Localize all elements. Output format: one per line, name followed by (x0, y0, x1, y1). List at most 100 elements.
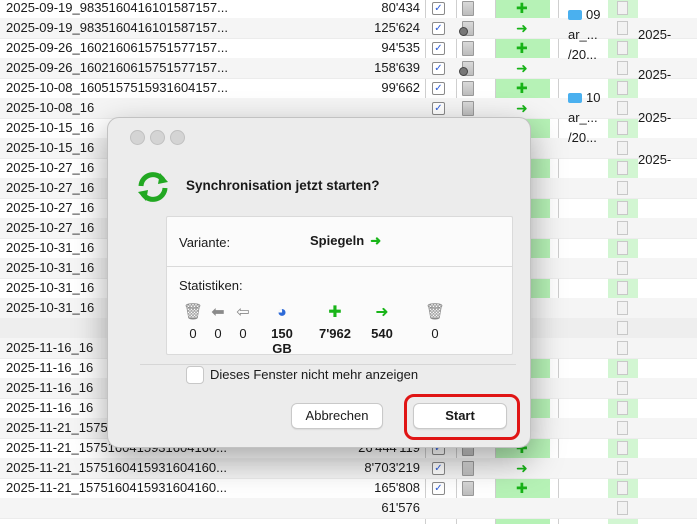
stat-item: ➜ 540 (362, 304, 402, 341)
file-icon (462, 81, 474, 96)
file-size: 61'576 (381, 500, 420, 515)
file-icon (617, 181, 628, 195)
stat-item: 🗑 0 (415, 304, 455, 341)
file-name: 2025-09-19_9835160416101587157... (6, 20, 228, 35)
file-name: 2025-09-19_9835160416101587157... (6, 0, 228, 15)
file-icon (617, 121, 628, 135)
sync-direction-icon[interactable]: ✚ (516, 40, 528, 57)
minimize-window-button[interactable] (150, 130, 165, 145)
sync-direction-icon[interactable]: ✚ (516, 80, 528, 97)
right-folder-09[interactable]: 09 (568, 7, 600, 22)
file-icon (617, 201, 628, 215)
include-checkbox[interactable]: ✓ (432, 482, 445, 495)
dont-show-again-label[interactable]: Dieses Fenster nicht mehr anzeigen (210, 367, 418, 382)
delete-right-icon: 🗑 (424, 304, 446, 321)
file-icon (617, 361, 628, 375)
stats-label: Statistiken: (179, 278, 243, 293)
file-icon (617, 141, 628, 155)
file-icon (617, 381, 628, 395)
close-window-button[interactable] (130, 130, 145, 145)
folder-icon (568, 93, 582, 103)
file-icon (462, 101, 474, 116)
sync-direction-icon[interactable]: ➜ (516, 100, 528, 117)
file-name: 2025-11-21_1575160415931604160... (6, 460, 227, 475)
sync-direction-icon[interactable]: ➜ (516, 60, 528, 77)
create-right-icon: ✚ (328, 304, 342, 321)
divider (167, 266, 512, 267)
file-icon (462, 1, 474, 16)
file-icon (617, 501, 628, 515)
stat-value: 0 (431, 326, 439, 341)
file-icon (617, 441, 628, 455)
file-size: 80'434 (381, 0, 420, 15)
disc-file-icon (459, 21, 474, 36)
stat-item: ◕ 150 GB (262, 304, 302, 356)
stat-value: 150 GB (271, 326, 293, 356)
file-name: 2025-10-08_16 (6, 100, 95, 115)
table-row[interactable]: 2025-11-21_1575160415931604160... 165'808… (0, 478, 697, 499)
arrow-right-icon: ➜ (370, 233, 382, 248)
file-name: 2025-11-21_1575160415931604160... (6, 480, 227, 495)
file-icon (617, 241, 628, 255)
divider (140, 364, 516, 365)
dont-show-again-checkbox[interactable] (186, 366, 204, 384)
file-size: 8'703'219 (364, 460, 420, 475)
sync-summary-panel: Variante: Spiegeln ➜ Statistiken: 🗑 0 ⬅ 0 ⇦ 0 ◕… (166, 216, 513, 356)
file-icon (617, 261, 628, 275)
table-row[interactable]: 61'576 (0, 498, 697, 519)
sync-direction-icon[interactable]: ✚ (516, 480, 528, 497)
sync-confirm-dialog: Synchronisation jetzt starten? Variante:… (107, 117, 531, 448)
right-text: ar_... (568, 27, 598, 42)
dialog-title: Synchronisation jetzt starten? (186, 178, 380, 193)
file-name: 2025-09-26_1602160615751577157... (6, 40, 228, 55)
pie-chart-icon: ◕ (277, 304, 287, 321)
stat-value: 540 (371, 326, 393, 341)
include-checkbox[interactable]: ✓ (432, 82, 445, 95)
start-button[interactable]: Start (413, 403, 507, 429)
file-icon (617, 321, 628, 335)
right-date: 2025- (638, 152, 672, 167)
folder-icon (568, 10, 582, 20)
stat-item: ⇦ 0 (223, 304, 263, 341)
file-size: 99'662 (381, 80, 420, 95)
file-icon (617, 61, 628, 75)
zoom-window-button[interactable] (170, 130, 185, 145)
arrow-left-update-icon: ⇦ (236, 304, 250, 321)
cancel-button[interactable]: Abbrechen (291, 403, 383, 429)
sync-direction-icon[interactable]: ✚ (516, 0, 528, 17)
file-name: 2025-10-08_1605157515931604157... (6, 80, 228, 95)
file-icon (617, 161, 628, 175)
file-icon (617, 101, 628, 115)
file-size: 158'639 (374, 60, 420, 75)
right-folder-10[interactable]: 10 (568, 90, 600, 105)
variant-label: Variante: (179, 235, 231, 250)
file-icon (617, 81, 628, 95)
include-checkbox[interactable]: ✓ (432, 102, 445, 115)
file-icon (462, 481, 474, 496)
table-row[interactable]: 2025-11-21_1575160415931604160... 8'703'2… (0, 458, 697, 479)
file-icon (617, 301, 628, 315)
right-date: 2025- (638, 27, 672, 42)
sync-direction-icon[interactable]: ➜ (516, 20, 528, 37)
file-icon (617, 481, 628, 495)
right-date: 2025- (638, 67, 672, 82)
sync-direction-icon[interactable]: ➜ (516, 460, 528, 477)
file-icon (617, 341, 628, 355)
stat-value: 7'962 (318, 326, 351, 341)
file-size: 125'624 (374, 20, 420, 35)
include-checkbox[interactable]: ✓ (432, 462, 445, 475)
file-icon (462, 461, 474, 476)
file-size: 94'535 (381, 40, 420, 55)
file-icon (462, 41, 474, 56)
include-checkbox[interactable]: ✓ (432, 62, 445, 75)
include-checkbox[interactable]: ✓ (432, 2, 445, 15)
stat-item: ✚ 7'962 (315, 304, 355, 341)
stat-value: 0 (239, 326, 247, 341)
file-icon (617, 1, 628, 15)
sync-icon (138, 172, 168, 202)
include-checkbox[interactable]: ✓ (432, 22, 445, 35)
file-icon (617, 21, 628, 35)
file-icon (617, 221, 628, 235)
file-icon (617, 41, 628, 55)
include-checkbox[interactable]: ✓ (432, 42, 445, 55)
